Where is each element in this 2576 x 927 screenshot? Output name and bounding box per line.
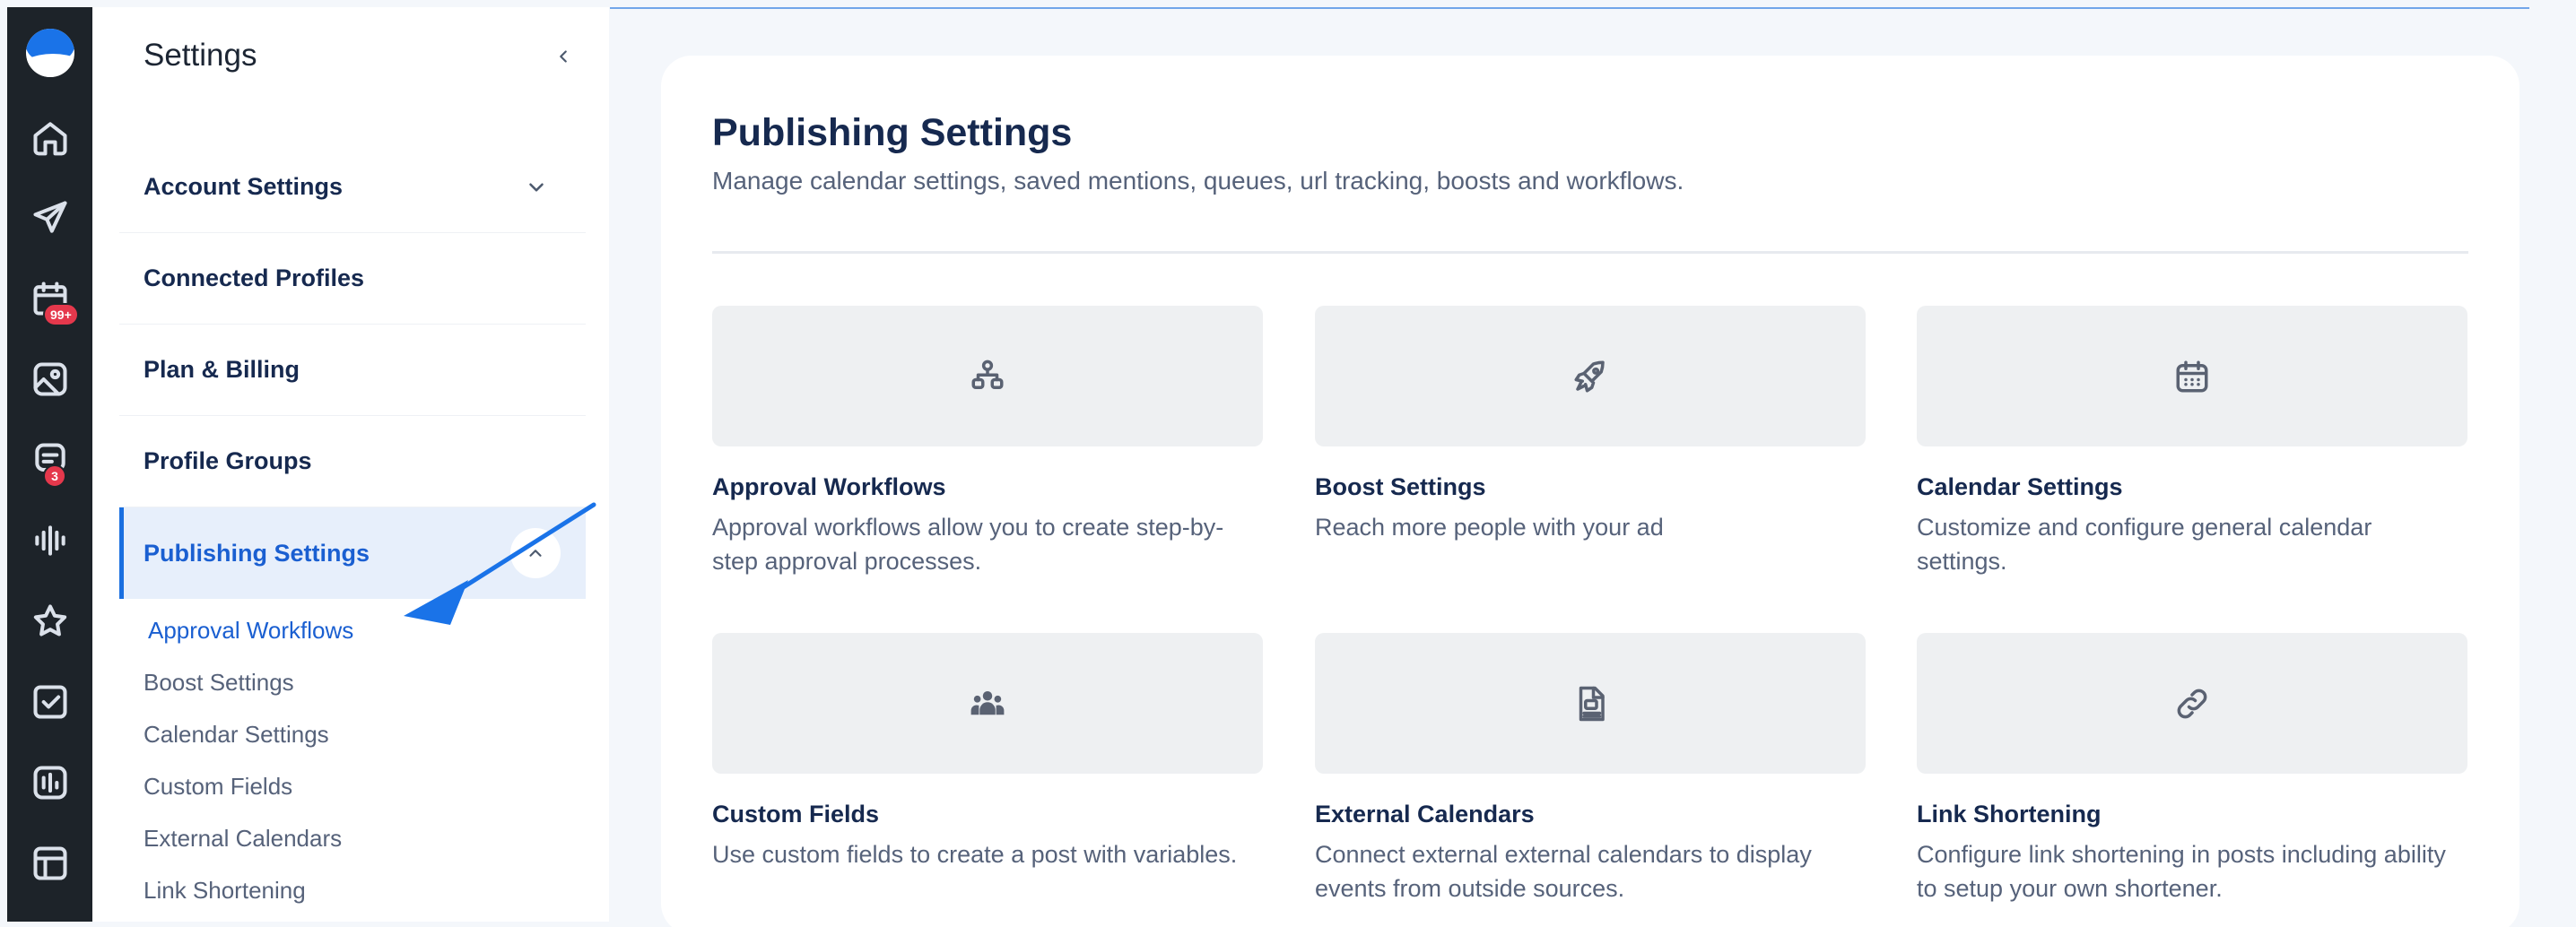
tile-description: Configure link shortening in posts inclu…: [1917, 841, 2446, 902]
tile-boost-settings[interactable]: Boost Settings Reach more people with yo…: [1315, 306, 1866, 544]
image-icon: [32, 362, 67, 396]
rail-inbox[interactable]: 3: [7, 420, 92, 500]
tile-title: Approval Workflows: [712, 473, 946, 500]
nav-item-label: Publishing Settings: [144, 539, 370, 567]
tile-description: Connect external external calendars to d…: [1315, 841, 1812, 902]
tile-external-calendars[interactable]: External Calendars Connect external exte…: [1315, 633, 1866, 905]
chart-icon: [32, 766, 67, 800]
nav-item-connected-profiles[interactable]: Connected Profiles: [119, 233, 586, 325]
rail-publish[interactable]: [7, 178, 92, 258]
rail-home[interactable]: [7, 97, 92, 178]
nav-item-label: Plan & Billing: [144, 356, 300, 383]
publishing-subnav: Approval Workflows Boost Settings Calend…: [144, 604, 574, 916]
subnav-custom-fields[interactable]: Custom Fields: [144, 760, 574, 812]
subnav-link-shortening[interactable]: Link Shortening: [144, 864, 574, 916]
subnav-external-calendars[interactable]: External Calendars: [144, 812, 574, 864]
nav-item-label: Connected Profiles: [144, 264, 365, 291]
users-icon: [970, 690, 1005, 715]
tile-calendar-settings[interactable]: Calendar Settings Customize and configur…: [1917, 306, 2467, 578]
tile-description: Reach more people with your ad: [1315, 514, 1664, 541]
link-icon: [2177, 689, 2207, 718]
tile-thumbnail: [1315, 306, 1866, 446]
rail-tasks[interactable]: [7, 662, 92, 742]
nav-item-plan-billing[interactable]: Plan & Billing: [119, 325, 586, 416]
subnav-calendar-settings[interactable]: Calendar Settings: [144, 708, 574, 760]
calendar-badge: 99+: [43, 303, 79, 326]
rail-reviews[interactable]: [7, 581, 92, 662]
chevron-left-icon: [560, 50, 567, 63]
top-accent-line: [610, 7, 2529, 9]
audio-wave-icon: [34, 525, 65, 556]
tile-title: Link Shortening: [1917, 801, 2102, 827]
send-icon: [32, 201, 67, 233]
settings-sidebar: Settings Account Settings Connected Prof…: [92, 7, 609, 922]
rail-calendar[interactable]: 99+: [7, 258, 92, 339]
nav-item-account-settings[interactable]: Account Settings: [119, 142, 586, 233]
tile-title: Calendar Settings: [1917, 473, 2123, 500]
page-description: Manage calendar settings, saved mentions…: [712, 167, 1684, 195]
subnav-boost-settings[interactable]: Boost Settings: [144, 656, 574, 708]
layout-icon: [32, 846, 67, 880]
tile-title: Custom Fields: [712, 801, 880, 827]
nav-item-label: Account Settings: [144, 173, 344, 200]
rail-layout[interactable]: [7, 823, 92, 904]
nav-item-profile-groups[interactable]: Profile Groups: [119, 416, 586, 507]
tile-thumbnail: [1917, 633, 2467, 774]
page-title: Publishing Settings: [712, 111, 1073, 154]
nav-item-label: Profile Groups: [144, 447, 312, 474]
home-icon: [32, 122, 67, 156]
rail-listening[interactable]: [7, 500, 92, 581]
inbox-badge: 3: [43, 464, 66, 488]
tile-link-shortening[interactable]: Link Shortening Configure link shortenin…: [1917, 633, 2467, 905]
tile-description: Customize and configure general calendar…: [1917, 514, 2372, 575]
star-icon: [33, 604, 66, 637]
rail-reports[interactable]: [7, 742, 92, 823]
collapse-sidebar-button[interactable]: [550, 43, 577, 70]
tile-custom-fields[interactable]: Custom Fields Use custom fields to creat…: [712, 633, 1263, 871]
tile-approval-workflows[interactable]: Approval Workflows Approval workflows al…: [712, 306, 1263, 578]
divider: [712, 251, 2468, 254]
calendar-icon: [2176, 360, 2208, 392]
app-logo[interactable]: [25, 29, 74, 77]
rocket-icon: [1574, 360, 1605, 392]
tile-title: Boost Settings: [1315, 473, 1486, 500]
chevron-down-icon: [525, 176, 548, 199]
tile-thumbnail: [712, 306, 1263, 446]
tile-thumbnail: [1917, 306, 2467, 446]
sidebar-title: Settings: [144, 38, 257, 73]
hierarchy-icon: [971, 360, 1004, 389]
annotation-arrow: [404, 502, 596, 625]
tile-description: Use custom fields to create a post with …: [712, 841, 1238, 868]
rail-media[interactable]: [7, 339, 92, 420]
tile-description: Approval workflows allow you to create s…: [712, 514, 1224, 575]
tile-thumbnail: [712, 633, 1263, 774]
icon-rail: 99+ 3: [7, 7, 92, 922]
tile-thumbnail: [1315, 633, 1866, 774]
checkbox-icon: [32, 685, 67, 719]
ics-file-icon: [1579, 686, 1605, 721]
tile-title: External Calendars: [1315, 801, 1535, 827]
publishing-settings-panel: Publishing Settings Manage calendar sett…: [661, 56, 2519, 927]
